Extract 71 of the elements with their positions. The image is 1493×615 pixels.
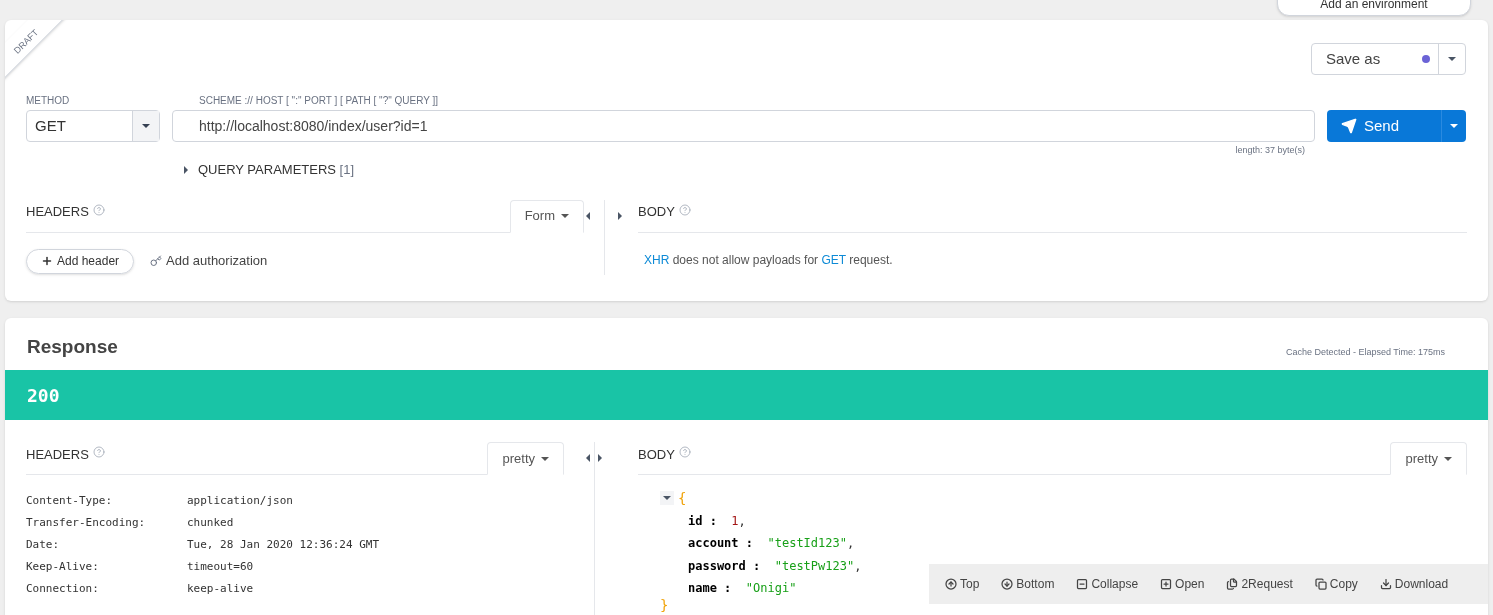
send-menu-caret-icon — [1450, 124, 1458, 128]
body-title: BODY — [638, 203, 675, 221]
header-value: Tue, 28 Jan 2020 12:36:24 GMT — [187, 537, 381, 553]
toolbar-button[interactable]: Download — [1379, 575, 1449, 593]
header-name: Content-Type: — [26, 493, 114, 509]
status-code: 200 — [27, 383, 60, 408]
arrow-down-icon — [1001, 578, 1014, 590]
json-brace: { — [678, 489, 687, 508]
header-value: chunked — [187, 515, 235, 531]
save-as-label[interactable]: Save as — [1312, 47, 1422, 71]
save-menu-caret-icon — [1448, 57, 1456, 61]
form-mode-tab[interactable]: Form — [509, 199, 584, 233]
header-name: Transfer-Encoding: — [26, 515, 147, 531]
key-icon — [150, 255, 163, 267]
headers-title: HEADERS — [26, 445, 89, 464]
elapsed-time: Cache Detected - Elapsed Time: 175ms — [1285, 345, 1445, 359]
toolbar-button[interactable]: Copy — [1314, 575, 1358, 593]
help-icon — [92, 203, 105, 216]
json-field: name : "Onigi" — [688, 577, 797, 600]
header-value: application/json — [187, 493, 294, 509]
minus-icon — [1076, 578, 1089, 590]
collapse-right-icon — [598, 454, 602, 462]
json-field: account : "testId123", — [688, 532, 855, 555]
body-message: XHR does not allow payloads for GET request. — [643, 251, 894, 269]
query-parameters-toggle[interactable]: QUERY PARAMETERS [1] — [198, 159, 355, 180]
plus-icon — [41, 255, 53, 267]
collapse-toggle[interactable] — [660, 491, 674, 506]
add-authorization-link[interactable]: Add authorization — [150, 251, 268, 271]
save-as-button[interactable]: Save as — [1311, 43, 1466, 75]
header-name: Date: — [26, 537, 61, 553]
copy-icon — [1314, 578, 1327, 590]
pretty-mode-tab[interactable]: pretty — [1390, 442, 1467, 475]
download-icon — [1379, 578, 1392, 590]
caret-icon — [1444, 456, 1452, 461]
method-select[interactable]: GET — [26, 110, 160, 142]
method-label: METHOD — [26, 94, 71, 108]
caret-icon — [663, 496, 671, 501]
url-format-label: SCHEME :// HOST [ ":" PORT ] [ PATH [ "?" QUERY ]] — [198, 94, 440, 108]
expand-caret-icon — [184, 165, 188, 174]
toolbar-button[interactable]: Collapse — [1076, 575, 1139, 593]
files-icon — [1226, 578, 1239, 590]
caret-icon — [561, 214, 569, 218]
send-button[interactable]: Send — [1327, 110, 1466, 142]
plus-icon — [1160, 578, 1173, 590]
header-name: Keep-Alive: — [26, 559, 100, 575]
toolbar-button[interactable]: 2Request — [1226, 575, 1293, 593]
environment-tab[interactable]: Add an environment — [1277, 0, 1471, 16]
caret-icon — [541, 456, 549, 461]
json-field: id : 1, — [688, 509, 746, 532]
send-icon — [1341, 118, 1357, 134]
help-icon — [92, 446, 105, 458]
toolbar-button[interactable]: Open — [1160, 575, 1205, 593]
help-icon — [678, 446, 691, 458]
header-value: keep-alive — [187, 581, 255, 597]
header-name: Connection: — [26, 581, 100, 597]
method-caret-icon — [142, 124, 150, 128]
arrow-up-icon — [945, 578, 957, 590]
toolbar-button[interactable]: Top — [945, 575, 980, 593]
pretty-mode-tab[interactable]: pretty — [487, 442, 564, 475]
json-field: password : "testPw123", — [688, 554, 862, 577]
collapse-left-icon — [586, 211, 590, 220]
toolbar-button[interactable]: Bottom — [1001, 575, 1055, 593]
url-length: length: 37 byte(s) — [1235, 144, 1305, 157]
help-icon — [678, 203, 691, 216]
collapse-left-icon — [586, 454, 590, 462]
body-title: BODY — [638, 445, 675, 464]
header-value: timeout=60 — [187, 559, 255, 575]
headers-title: HEADERS — [26, 203, 89, 221]
collapse-right-icon — [618, 211, 622, 220]
response-title: Response — [27, 334, 118, 359]
url-field[interactable]: http://localhost:8080/index/user?id=1 — [172, 110, 1315, 142]
